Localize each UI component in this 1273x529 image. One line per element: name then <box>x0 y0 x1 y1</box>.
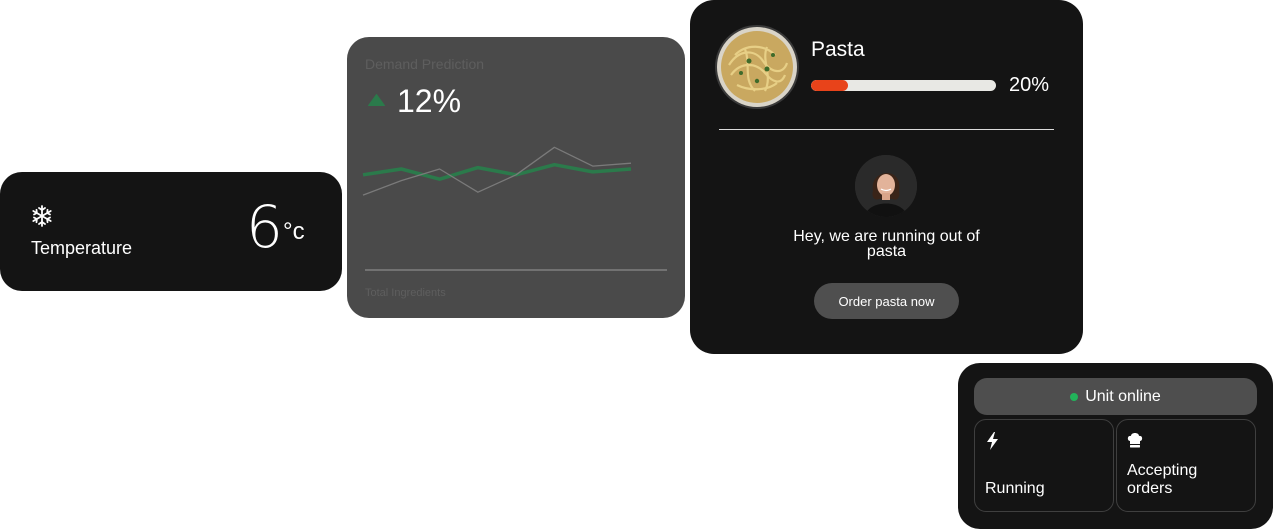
temperature-card: Temperature 6 °c <box>0 172 342 291</box>
pasta-level-bar <box>811 80 996 91</box>
demand-line-chart <box>362 146 667 271</box>
lightning-icon <box>987 432 998 450</box>
accepting-orders-label: Accepting orders <box>1127 462 1198 497</box>
demand-footer-label: Total Ingredients <box>365 287 446 299</box>
demand-prediction-card: Demand Prediction 12% Total Ingredients <box>347 37 685 318</box>
avatar <box>855 155 917 217</box>
chef-hat-icon <box>1127 433 1143 448</box>
unit-status-card: Unit online Running Accepting orders <box>958 363 1273 529</box>
pasta-stock-card: Pasta 20% Hey, we are running out of pas… <box>690 0 1083 354</box>
chart-series-1-line <box>362 162 632 181</box>
online-status-dot <box>1070 392 1079 401</box>
running-label: Running <box>985 480 1045 497</box>
pasta-level-fill <box>811 80 848 91</box>
running-tile[interactable]: Running <box>974 419 1114 512</box>
pasta-image <box>715 25 799 109</box>
accepting-orders-tile[interactable]: Accepting orders <box>1116 419 1256 512</box>
temperature-value: 6 <box>246 193 283 261</box>
pasta-title: Pasta <box>811 38 865 61</box>
pasta-level-percent: 20% <box>1009 74 1050 96</box>
order-pasta-button[interactable]: Order pasta now <box>814 283 959 319</box>
snowflake-icon <box>32 205 52 227</box>
unit-online-label: Unit online <box>1085 387 1161 405</box>
temperature-label: Temperature <box>31 238 133 258</box>
temperature-unit: °c <box>283 218 305 245</box>
divider <box>719 129 1054 130</box>
pasta-message: Hey, we are running out of pasta <box>793 228 980 260</box>
unit-online-badge: Unit online <box>974 378 1257 415</box>
